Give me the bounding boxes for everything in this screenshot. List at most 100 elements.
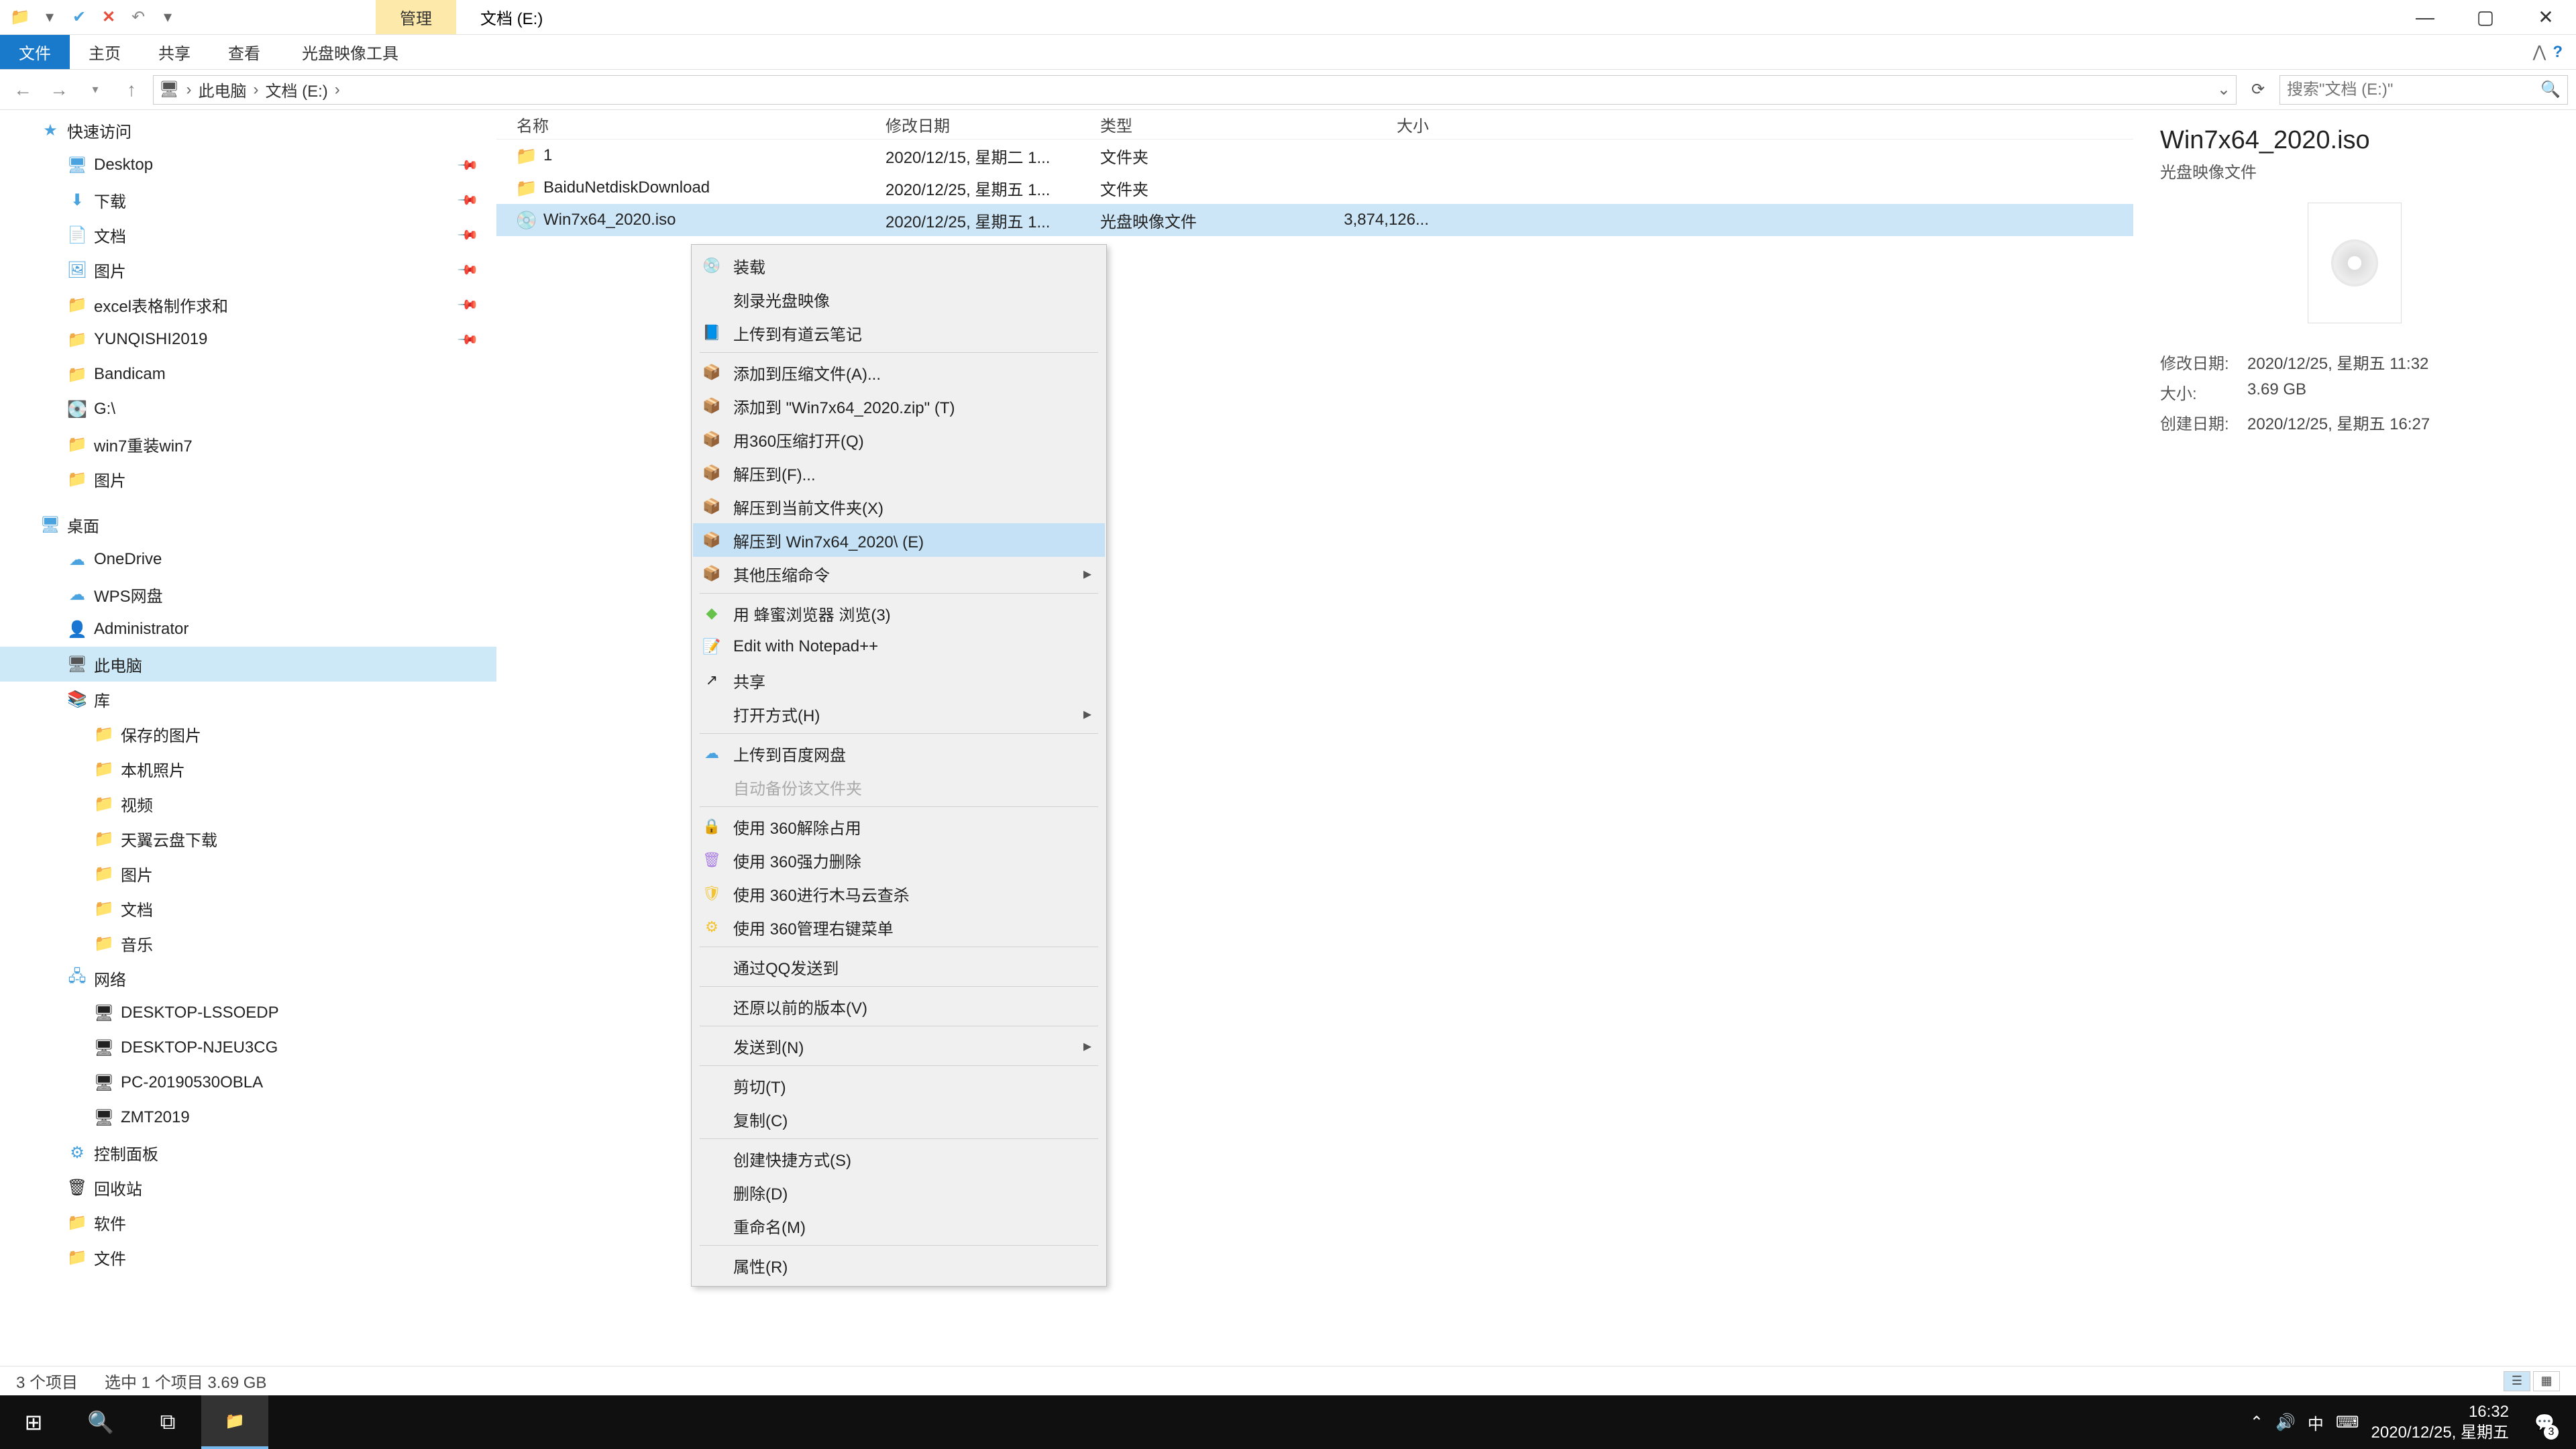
- qat-dropdown-icon[interactable]: ▾: [156, 5, 180, 30]
- menu-share[interactable]: ↗共享: [693, 663, 1105, 697]
- menu-restore-version[interactable]: 还原以前的版本(V): [693, 989, 1105, 1023]
- forward-button[interactable]: →: [44, 75, 74, 105]
- tab-disc-image-tools[interactable]: 光盘映像工具: [283, 35, 417, 69]
- check-icon[interactable]: ✔: [67, 5, 91, 30]
- menu-rename[interactable]: 重命名(M): [693, 1209, 1105, 1242]
- tree-g-drive[interactable]: 💽G:\: [0, 392, 496, 427]
- tab-view[interactable]: 查看: [209, 35, 279, 69]
- refresh-button[interactable]: ⟳: [2243, 75, 2273, 105]
- delete-icon[interactable]: ✕: [97, 5, 121, 30]
- file-row-selected[interactable]: 💿Win7x64_2020.iso 2020/12/25, 星期五 1... 光…: [496, 204, 2133, 236]
- tree-saved-pics[interactable]: 📁保存的图片: [0, 716, 496, 751]
- tree-pic3[interactable]: 📁图片: [0, 856, 496, 891]
- menu-mount[interactable]: 💿装载: [693, 249, 1105, 282]
- col-name[interactable]: 名称: [496, 113, 885, 136]
- tray-overflow-icon[interactable]: ⌃: [2250, 1413, 2263, 1432]
- menu-360-scan[interactable]: 🛡使用 360进行木马云查杀: [693, 877, 1105, 910]
- tree-music[interactable]: 📁音乐: [0, 926, 496, 961]
- search-icon[interactable]: 🔍: [2540, 80, 2561, 99]
- explorer-taskbar-button[interactable]: 📁: [201, 1395, 268, 1449]
- tree-pictures[interactable]: 🖼图片📌: [0, 252, 496, 287]
- menu-extract-here[interactable]: 📦解压到当前文件夹(X): [693, 490, 1105, 523]
- menu-burn[interactable]: 刻录光盘映像: [693, 282, 1105, 316]
- up-button[interactable]: ↑: [117, 75, 146, 105]
- tree-onedrive[interactable]: ☁OneDrive: [0, 542, 496, 577]
- breadcrumb[interactable]: 🖥 此电脑 文档 (E:) ⌄: [153, 75, 2237, 105]
- menu-properties[interactable]: 属性(R): [693, 1248, 1105, 1282]
- search-input[interactable]: [2287, 80, 2540, 99]
- action-center-button[interactable]: 💬3: [2521, 1395, 2568, 1449]
- menu-qq-send[interactable]: 通过QQ发送到: [693, 950, 1105, 983]
- tree-yunqishi[interactable]: 📁YUNQISHI2019📌: [0, 322, 496, 357]
- menu-baidu-upload[interactable]: ☁上传到百度网盘: [693, 737, 1105, 770]
- tree-network[interactable]: 🖧网络: [0, 961, 496, 996]
- menu-360-manage[interactable]: ⚙使用 360管理右键菜单: [693, 910, 1105, 944]
- file-row[interactable]: 📁BaiduNetdiskDownload 2020/12/25, 星期五 1.…: [496, 172, 2133, 204]
- tree-local-pics[interactable]: 📁本机照片: [0, 751, 496, 786]
- start-button[interactable]: ⊞: [0, 1395, 67, 1449]
- search-button[interactable]: 🔍: [67, 1395, 134, 1449]
- tree-files[interactable]: 📁文件: [0, 1240, 496, 1275]
- menu-add-zip[interactable]: 📦添加到 "Win7x64_2020.zip" (T): [693, 389, 1105, 423]
- tab-home[interactable]: 主页: [70, 35, 140, 69]
- file-row[interactable]: 📁1 2020/12/15, 星期二 1... 文件夹: [496, 140, 2133, 172]
- tree-control-panel[interactable]: ⚙控制面板: [0, 1135, 496, 1170]
- tree-downloads[interactable]: ⬇下载📌: [0, 182, 496, 217]
- task-view-button[interactable]: ⧉: [134, 1395, 201, 1449]
- menu-open-360[interactable]: 📦用360压缩打开(Q): [693, 423, 1105, 456]
- menu-360-unlock[interactable]: 🔒使用 360解除占用: [693, 810, 1105, 843]
- tree-excel[interactable]: 📁excel表格制作求和📌: [0, 287, 496, 322]
- minimize-button[interactable]: —: [2395, 0, 2455, 35]
- breadcrumb-drive[interactable]: 文档 (E:): [265, 78, 327, 101]
- context-tab-manage[interactable]: 管理: [376, 0, 456, 34]
- tree-desktop-root[interactable]: 🖥桌面: [0, 507, 496, 542]
- view-icons-button[interactable]: ▦: [2533, 1371, 2560, 1391]
- menu-create-shortcut[interactable]: 创建快捷方式(S): [693, 1142, 1105, 1175]
- tab-file[interactable]: 文件: [0, 35, 70, 69]
- search-box[interactable]: 🔍: [2279, 75, 2568, 105]
- menu-open-with[interactable]: 打开方式(H)▸: [693, 697, 1105, 731]
- tree-pc1[interactable]: 🖥DESKTOP-LSSOEDP: [0, 996, 496, 1030]
- tree-video[interactable]: 📁视频: [0, 786, 496, 821]
- menu-extract-to[interactable]: 📦解压到 Win7x64_2020\ (E): [693, 523, 1105, 557]
- breadcrumb-thispc[interactable]: 此电脑: [198, 78, 246, 101]
- menu-youdao[interactable]: 📘上传到有道云笔记: [693, 316, 1105, 350]
- ribbon-collapse-icon[interactable]: ⋀: [2533, 42, 2546, 62]
- ime-icon[interactable]: ⌨: [2336, 1413, 2359, 1432]
- tree-pic2[interactable]: 📁图片: [0, 462, 496, 496]
- menu-extract-f[interactable]: 📦解压到(F)...: [693, 456, 1105, 490]
- back-button[interactable]: ←: [8, 75, 38, 105]
- tree-pc4[interactable]: 🖥ZMT2019: [0, 1100, 496, 1135]
- menu-bee-browser[interactable]: ◆用 蜂蜜浏览器 浏览(3): [693, 596, 1105, 630]
- breadcrumb-dropdown-icon[interactable]: ⌄: [2217, 80, 2231, 99]
- dropdown-icon[interactable]: ▾: [38, 5, 62, 30]
- menu-other-archive[interactable]: 📦其他压缩命令▸: [693, 557, 1105, 590]
- tree-wps[interactable]: ☁WPS网盘: [0, 577, 496, 612]
- menu-360-delete[interactable]: 🗑使用 360强力删除: [693, 843, 1105, 877]
- tree-quick-access[interactable]: ★快速访问: [0, 113, 496, 148]
- tree-doc3[interactable]: 📁文档: [0, 891, 496, 926]
- tree-software[interactable]: 📁软件: [0, 1205, 496, 1240]
- tree-tianyi[interactable]: 📁天翼云盘下载: [0, 821, 496, 856]
- tree-bandicam[interactable]: 📁Bandicam: [0, 357, 496, 392]
- taskbar-clock[interactable]: 16:32 2020/12/25, 星期五: [2371, 1401, 2509, 1443]
- tree-win7[interactable]: 📁win7重装win7: [0, 427, 496, 462]
- col-type[interactable]: 类型: [1100, 113, 1281, 136]
- tab-share[interactable]: 共享: [140, 35, 209, 69]
- undo-icon[interactable]: ↶: [126, 5, 150, 30]
- help-icon[interactable]: ?: [2553, 43, 2563, 62]
- tree-pc3[interactable]: 🖥PC-20190530OBLA: [0, 1065, 496, 1100]
- menu-send-to[interactable]: 发送到(N)▸: [693, 1029, 1105, 1063]
- col-date[interactable]: 修改日期: [885, 113, 1100, 136]
- menu-notepad-pp[interactable]: 📝Edit with Notepad++: [693, 630, 1105, 663]
- volume-icon[interactable]: 🔊: [2275, 1413, 2296, 1432]
- menu-delete[interactable]: 删除(D): [693, 1175, 1105, 1209]
- menu-copy[interactable]: 复制(C): [693, 1102, 1105, 1136]
- tree-admin[interactable]: 👤Administrator: [0, 612, 496, 647]
- tree-pc2[interactable]: 🖥DESKTOP-NJEU3CG: [0, 1030, 496, 1065]
- maximize-button[interactable]: ▢: [2455, 0, 2516, 35]
- col-size[interactable]: 大小: [1281, 113, 1449, 136]
- menu-add-archive[interactable]: 📦添加到压缩文件(A)...: [693, 356, 1105, 389]
- close-button[interactable]: ✕: [2516, 0, 2576, 35]
- view-details-button[interactable]: ☰: [2504, 1371, 2530, 1391]
